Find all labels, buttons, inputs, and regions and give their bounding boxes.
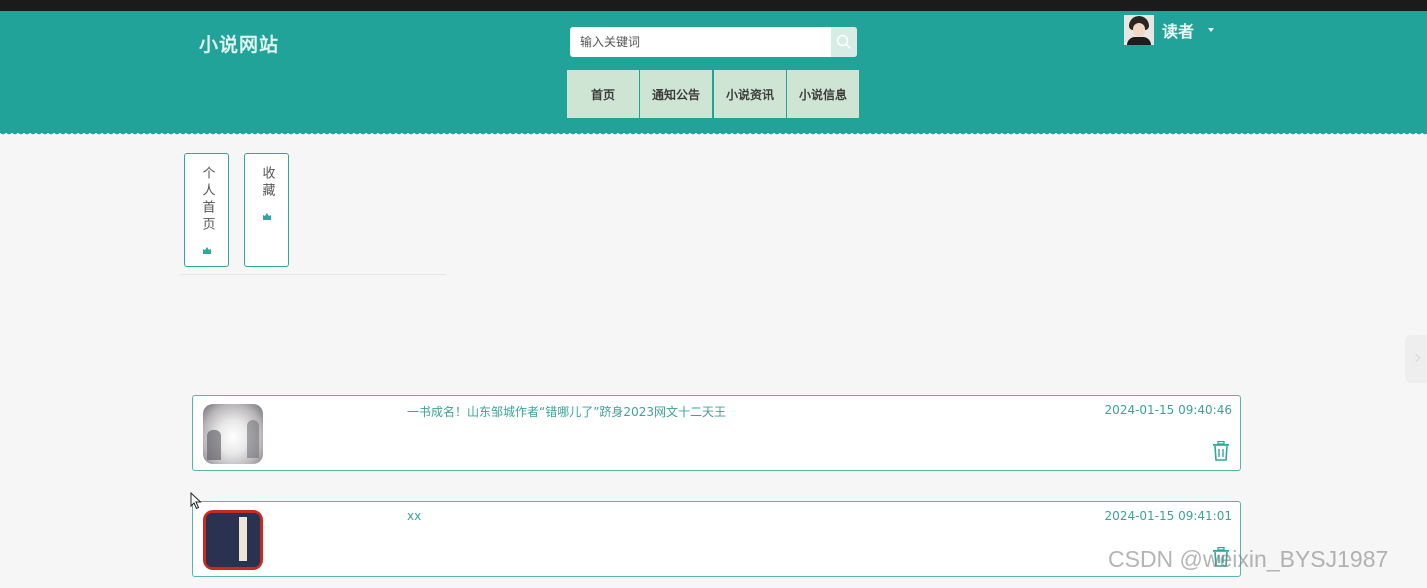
tab-decor-icon <box>262 206 272 225</box>
nav-novel-info[interactable]: 小说信息 <box>787 70 859 118</box>
user-name: 读者 <box>1162 22 1195 41</box>
nav-home[interactable]: 首页 <box>567 70 639 118</box>
mouse-cursor-icon <box>190 491 202 514</box>
favorite-title[interactable]: xx <box>407 509 421 523</box>
favorite-time: 2024-01-15 09:41:01 <box>1104 509 1232 523</box>
favorite-time: 2024-01-15 09:40:46 <box>1104 403 1232 417</box>
favorite-title[interactable]: 一书成名！山东邹城作者“错哪儿了”跻身2023网文十二天王 <box>407 403 726 420</box>
favorite-card[interactable]: 一书成名！山东邹城作者“错哪儿了”跻身2023网文十二天王 2024-01-15… <box>192 395 1241 471</box>
site-logo[interactable]: 小说网站 <box>199 30 279 57</box>
header-scalloped-edge <box>0 131 1427 137</box>
tab-personal-home-label: 个人首页 <box>199 166 215 234</box>
favorite-thumbnail[interactable] <box>203 510 263 570</box>
tab-favorites-label: 收藏 <box>259 166 275 200</box>
tab-decor-icon <box>202 240 212 259</box>
tabs-divider <box>180 274 446 275</box>
tab-favorites[interactable]: 收藏 <box>244 153 289 267</box>
csdn-watermark: CSDN @weixin_BYSJ1987 <box>1108 546 1389 572</box>
trash-icon[interactable] <box>1212 440 1230 465</box>
search-input[interactable] <box>570 27 831 57</box>
window-top-bar <box>0 0 1427 11</box>
side-expand-handle[interactable] <box>1405 335 1427 383</box>
user-menu[interactable]: 读者 <box>1124 15 1215 45</box>
favorite-thumbnail[interactable] <box>203 404 263 464</box>
search-button[interactable] <box>831 27 857 57</box>
nav-novel-news[interactable]: 小说资讯 <box>714 70 786 118</box>
favorite-card[interactable]: xx 2024-01-15 09:41:01 <box>192 501 1241 577</box>
tab-personal-home[interactable]: 个人首页 <box>184 153 229 267</box>
search-box <box>570 27 857 57</box>
chevron-down-icon <box>1208 28 1215 32</box>
avatar <box>1124 15 1154 45</box>
nav-notices[interactable]: 通知公告 <box>640 70 712 118</box>
